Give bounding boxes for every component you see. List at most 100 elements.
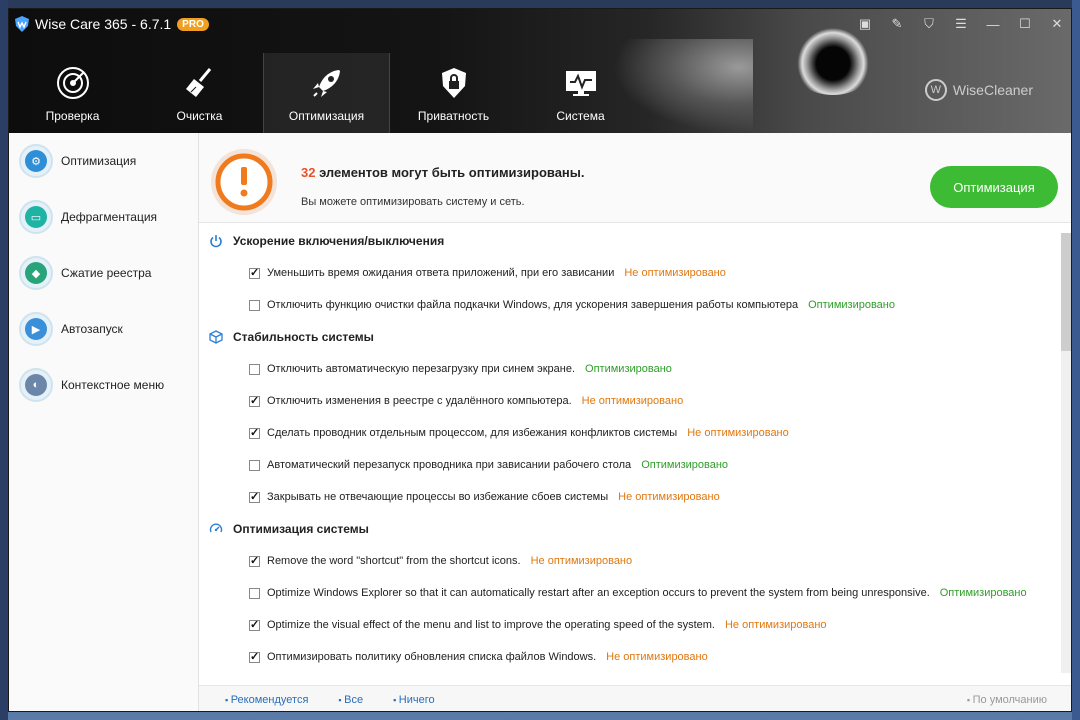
wisecleaner-logo: W WiseCleaner xyxy=(924,79,1033,101)
app-title: Wise Care 365 - 6.7.1 xyxy=(35,16,172,32)
edit-icon[interactable]: ✎ xyxy=(881,9,913,39)
optimize-button[interactable]: Оптимизация xyxy=(930,166,1058,208)
nav-system[interactable]: Система xyxy=(517,53,644,133)
checkbox[interactable] xyxy=(249,587,260,599)
brand-name: WiseCleaner xyxy=(952,82,1033,98)
app-logo-icon xyxy=(15,16,29,32)
minimize-icon[interactable]: — xyxy=(977,9,1009,39)
list-item[interactable]: Отключить изменения в реестре с удалённо… xyxy=(199,385,1059,417)
banner-subtitle: Вы можете оптимизировать систему и сеть. xyxy=(301,196,525,208)
banner-title: 32 элементов могут быть оптимизированы. xyxy=(301,165,585,180)
nav-optimize[interactable]: Оптимизация xyxy=(263,53,390,133)
sidebar-item-label: Автозапуск xyxy=(61,322,123,336)
status-label: Не оптимизировано xyxy=(581,395,684,407)
checkbox[interactable] xyxy=(249,554,260,567)
warning-icon xyxy=(211,149,277,215)
side-icon-wrap: ▶ xyxy=(19,312,53,346)
summary-banner: 32 элементов могут быть оптимизированы. … xyxy=(199,133,1071,223)
drive-icon: ▭ xyxy=(25,206,47,228)
sidebar-item-autostart[interactable]: ▶ Автозапуск xyxy=(9,301,198,357)
registry-icon: ◆ xyxy=(25,262,47,284)
nav-label: Приватность xyxy=(417,109,490,123)
speedometer-icon xyxy=(209,523,223,533)
list-item[interactable]: Optimize Windows Explorer so that it can… xyxy=(199,577,1059,609)
select-recommended-link[interactable]: Рекомендуется xyxy=(225,694,309,706)
header-area: Wise Care 365 - 6.7.1 PRO ▣ ✎ ⛉ ☰ — ☐ ✕ … xyxy=(9,9,1071,133)
item-text: Отключить автоматическую перезагрузку пр… xyxy=(267,363,576,375)
section-header: Ускорение включения/выключения xyxy=(199,225,1059,257)
nav-label: Система xyxy=(556,109,605,123)
section-title: Оптимизация системы xyxy=(233,522,369,536)
status-label: Оптимизировано xyxy=(585,363,672,375)
sidebar-item-label: Сжатие реестра xyxy=(61,266,152,280)
section-title: Стабильность системы xyxy=(233,330,374,344)
sidebar-item-label: Оптимизация xyxy=(61,154,137,168)
sidebar-item-context-menu[interactable]: ◐ Контекстное меню xyxy=(9,357,198,413)
status-label: Не оптимизировано xyxy=(624,267,726,279)
list-item[interactable]: Оптимизировать политику обновления списк… xyxy=(199,641,1059,673)
nav-clean[interactable]: Очистка xyxy=(136,53,263,133)
side-icon-wrap: ⚙ xyxy=(19,144,53,178)
main-panel: 32 элементов могут быть оптимизированы. … xyxy=(199,133,1071,711)
checkbox[interactable] xyxy=(249,618,260,631)
sidebar: ⚙ Оптимизация ▭ Дефрагментация ◆ Сжатие … xyxy=(9,133,199,711)
image-icon[interactable]: ▣ xyxy=(849,9,881,39)
item-text: Закрывать не отвечающие процессы во избе… xyxy=(267,491,609,503)
footer-bar: Рекомендуется Все Ничего По умолчанию xyxy=(199,685,1071,711)
nav-check[interactable]: Проверка xyxy=(9,53,136,133)
item-text: Автоматический перезапуск проводника при… xyxy=(267,459,632,471)
select-none-link[interactable]: Ничего xyxy=(393,694,435,706)
list-item[interactable]: Автоматический перезапуск проводника при… xyxy=(199,449,1059,481)
checkbox[interactable] xyxy=(249,394,260,407)
skin-shirt-icon[interactable]: ⛉ xyxy=(913,9,945,39)
item-text: Уменьшить время ожидания ответа приложен… xyxy=(267,267,615,279)
checkbox[interactable] xyxy=(249,299,260,311)
section-header: Оптимизация системы xyxy=(199,513,1059,545)
items-count: 32 xyxy=(301,165,316,180)
select-all-link[interactable]: Все xyxy=(338,694,363,706)
item-text: Отключить функцию очистки файла подкачки… xyxy=(267,299,799,311)
checkbox[interactable] xyxy=(249,426,260,439)
checkbox[interactable] xyxy=(249,490,260,503)
checkbox[interactable] xyxy=(249,650,260,663)
list-item[interactable]: Сделать проводник отдельным процессом, д… xyxy=(199,417,1059,449)
mouse-icon: ◐ xyxy=(25,374,47,396)
sidebar-item-label: Контекстное меню xyxy=(61,378,165,392)
play-icon: ▶ xyxy=(25,318,47,340)
list-item[interactable]: Optimize the visual effect of the menu a… xyxy=(199,609,1059,641)
optimization-list: Ускорение включения/выключения Уменьшить… xyxy=(199,225,1059,685)
app-window: Wise Care 365 - 6.7.1 PRO ▣ ✎ ⛉ ☰ — ☐ ✕ … xyxy=(8,8,1072,712)
sidebar-item-defrag[interactable]: ▭ Дефрагментация xyxy=(9,189,198,245)
list-item[interactable]: Remove the word "shortcut" from the shor… xyxy=(199,545,1059,577)
nav-label: Проверка xyxy=(45,109,100,123)
maximize-icon[interactable]: ☐ xyxy=(1009,9,1041,39)
scrollbar-thumb[interactable] xyxy=(1061,233,1071,351)
checkbox[interactable] xyxy=(249,266,260,279)
banner-title-text: элементов могут быть оптимизированы. xyxy=(315,165,585,180)
list-item[interactable]: Закрывать не отвечающие процессы во избе… xyxy=(199,481,1059,513)
nav-privacy[interactable]: Приватность xyxy=(390,53,517,133)
checkbox[interactable] xyxy=(249,363,260,375)
close-icon[interactable]: ✕ xyxy=(1041,9,1071,39)
nav-label: Очистка xyxy=(176,109,223,123)
list-item[interactable]: Отключить функцию очистки файла подкачки… xyxy=(199,289,1059,321)
gear-icon: ⚙ xyxy=(25,150,47,172)
status-label: Не оптимизировано xyxy=(606,651,708,663)
status-label: Оптимизировано xyxy=(641,459,729,471)
sidebar-item-label: Дефрагментация xyxy=(61,210,158,224)
sidebar-item-registry[interactable]: ◆ Сжатие реестра xyxy=(9,245,198,301)
side-icon-wrap: ◐ xyxy=(19,368,53,402)
item-text: Оптимизировать политику обновления списк… xyxy=(267,651,597,663)
restore-default-link[interactable]: По умолчанию xyxy=(967,694,1047,706)
status-label: Не оптимизировано xyxy=(530,555,633,567)
status-label: Не оптимизировано xyxy=(687,427,789,439)
lock-icon xyxy=(441,68,466,98)
sidebar-item-optimize[interactable]: ⚙ Оптимизация xyxy=(9,133,198,189)
menu-icon[interactable]: ☰ xyxy=(945,9,977,39)
list-item[interactable]: Уменьшить время ожидания ответа приложен… xyxy=(199,257,1059,289)
scrollbar[interactable] xyxy=(1061,233,1071,673)
checkbox[interactable] xyxy=(249,459,260,471)
window-controls: ▣ ✎ ⛉ ☰ — ☐ ✕ xyxy=(849,9,1071,39)
list-item[interactable]: Отключить автоматическую перезагрузку пр… xyxy=(199,353,1059,385)
desktop-right-edge xyxy=(1072,0,1080,720)
